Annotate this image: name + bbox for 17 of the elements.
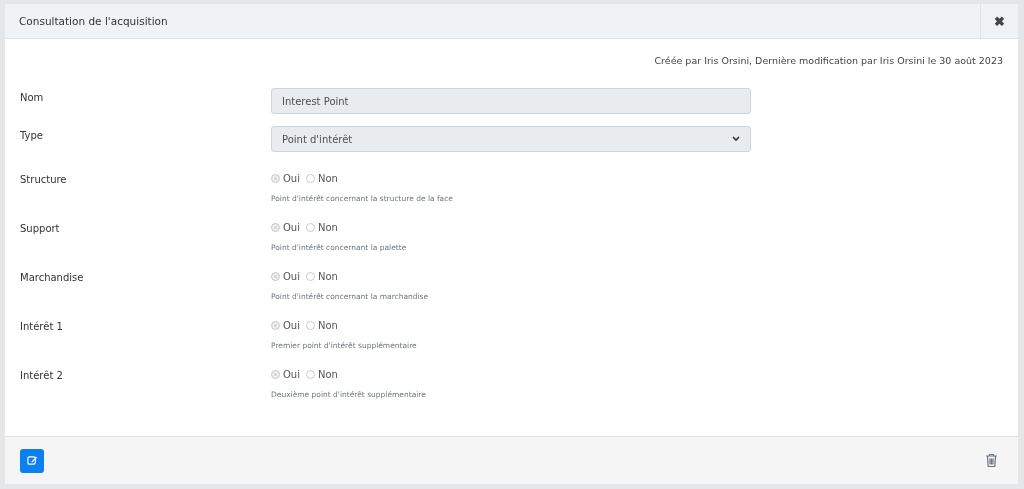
edit-button[interactable]: [20, 448, 44, 473]
field-label: Type: [20, 129, 44, 143]
dialog-title: Consultation de l'acquisition: [18, 14, 169, 29]
modification-info: Créée par Iris Orsini, Dernière modification par Iris Orsini le 30 août 2023: [653, 55, 1003, 66]
chevron-down-icon: [732, 136, 740, 142]
close-button[interactable]: ✖: [980, 4, 1018, 38]
delete-button[interactable]: [985, 453, 998, 468]
field-label: Support: [20, 222, 61, 236]
edit-icon: [26, 455, 38, 466]
field-label: Marchandise: [20, 271, 85, 285]
field-label: Intérêt 2: [20, 369, 64, 383]
field-label: Structure: [20, 173, 68, 187]
type-select[interactable]: Point d'intérêt: [271, 126, 751, 152]
field-label: Nom: [20, 91, 45, 105]
name-field[interactable]: Interest Point: [271, 88, 751, 114]
trash-icon: [985, 453, 998, 468]
field-label: Intérêt 1: [20, 320, 64, 334]
